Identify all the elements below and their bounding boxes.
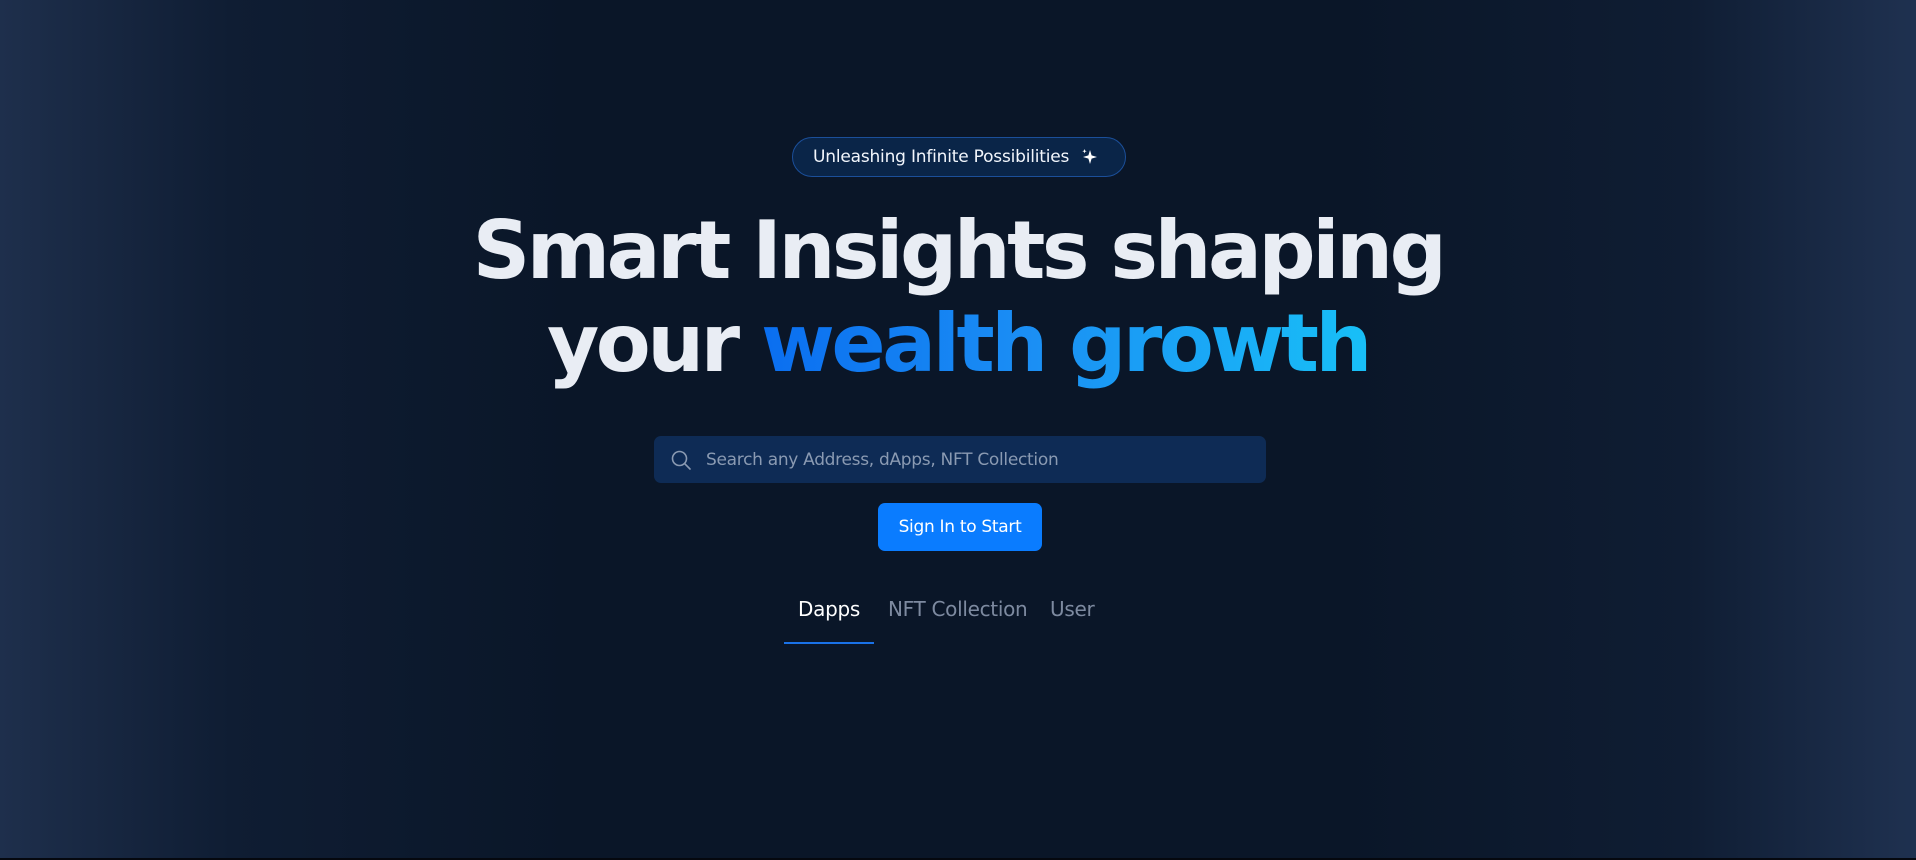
search-bar[interactable] [654,436,1266,483]
tab-label: NFT Collection [888,597,1028,621]
tab-user[interactable]: User [1044,588,1124,644]
active-tab-indicator [784,642,874,644]
tab-label: Dapps [798,597,860,621]
search-icon [670,449,692,471]
tab-label: User [1050,597,1095,621]
search-input[interactable] [704,448,1248,471]
category-tabs: Dapps NFT Collection User [784,588,1124,644]
sparkle-icon [1081,148,1099,166]
hero-section: Unleashing Infinite Possibilities Smart … [0,0,1916,860]
hero-title-highlight: wealth growth [760,297,1372,390]
tab-dapps[interactable]: Dapps [784,588,874,644]
hero-title-plain: your [547,297,740,390]
badge-label: Unleashing Infinite Possibilities [813,147,1070,167]
hero-title-line-1: Smart Insights shaping [472,204,1447,297]
hero-title-line-2: your wealth growth [0,297,1916,391]
announcement-badge[interactable]: Unleashing Infinite Possibilities [792,137,1126,177]
tab-nft-collection[interactable]: NFT Collection [874,588,1044,644]
sign-in-button[interactable]: Sign In to Start [878,503,1042,551]
